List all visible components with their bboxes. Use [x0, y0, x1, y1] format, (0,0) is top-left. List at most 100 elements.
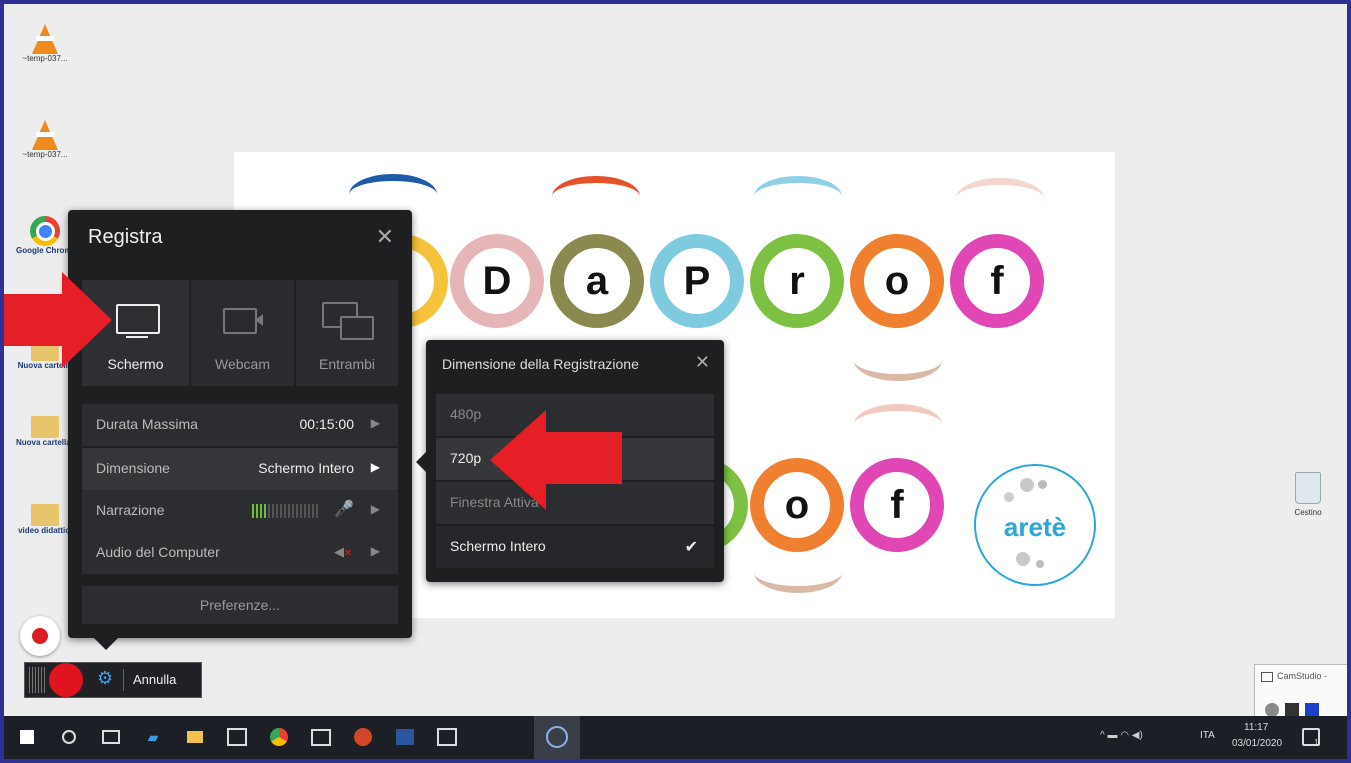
- source-selector: Schermo Webcam Entrambi: [82, 280, 398, 386]
- logo-text: aretè: [1003, 512, 1067, 542]
- desktop-icon-vlc-1[interactable]: ~temp-037...: [16, 24, 74, 64]
- taskbar: ▰ ^ ▬ ◠ ◀) ITA 11:17 03/01/2020 1: [4, 716, 1347, 759]
- camstudio-stop-icon[interactable]: [1305, 703, 1319, 717]
- media-app-icon[interactable]: [436, 726, 458, 748]
- narration-row[interactable]: Narrazione 🎤 ▶: [82, 490, 398, 532]
- app-window-icon[interactable]: [226, 726, 248, 748]
- source-button-webcam[interactable]: Webcam: [191, 280, 294, 386]
- record-button[interactable]: [49, 663, 83, 697]
- desktop-icon-label: Nuova cartella (1): [16, 438, 74, 447]
- source-button-both[interactable]: Entrambi: [296, 280, 398, 386]
- search-icon[interactable]: [58, 726, 80, 748]
- max-duration-value: 00:15:00: [299, 416, 355, 432]
- file-explorer-icon[interactable]: [184, 726, 206, 748]
- active-app-highlight[interactable]: [534, 716, 580, 759]
- letter-ring-pink: D: [450, 234, 544, 328]
- record-panel: Registra ✕ Schermo Webcam Entrambi Durat…: [68, 210, 412, 650]
- panel-pointer: [94, 638, 118, 650]
- close-icon[interactable]: ✕: [376, 224, 394, 250]
- dimension-menu-title: Dimensione della Registrazione: [442, 356, 639, 372]
- chrome-icon[interactable]: [268, 726, 290, 748]
- desktop-icon-label: ~temp-037...: [22, 54, 68, 63]
- camstudio-window-icon: [1261, 672, 1273, 682]
- dimension-label: Dimensione: [96, 460, 170, 476]
- letter-ring-orange: o: [850, 234, 944, 328]
- close-icon[interactable]: ✕: [695, 352, 710, 373]
- preferences-button[interactable]: Preferenze...: [82, 586, 398, 624]
- red-arrow-right: [4, 272, 114, 368]
- folder-icon: [31, 416, 59, 438]
- logo-dot: [1038, 480, 1047, 489]
- powerpoint-icon[interactable]: [352, 726, 374, 748]
- letter-ring-cyan: P: [650, 234, 744, 328]
- slide-letter: D: [482, 258, 512, 303]
- photos-icon[interactable]: [310, 726, 332, 748]
- logo-dot: [1020, 478, 1034, 492]
- dimension-value: Schermo Intero: [258, 460, 354, 476]
- clock-date[interactable]: 03/01/2020: [1232, 738, 1282, 749]
- bar-divider: [123, 669, 124, 691]
- windows-start-icon[interactable]: [16, 726, 38, 748]
- notification-icon[interactable]: 1: [1302, 728, 1320, 747]
- slide-letter: r: [789, 258, 805, 303]
- desktop-icon-folder-2[interactable]: Nuova cartella (1): [16, 416, 74, 448]
- camstudio-window[interactable]: CamStudio -: [1254, 664, 1347, 724]
- slide-letter: f: [990, 258, 1004, 303]
- desktop-icon-chrome[interactable]: Google Chrome: [16, 216, 74, 256]
- slide-letter: o: [884, 258, 910, 303]
- checkmark-icon: ✔: [684, 539, 698, 556]
- letter-ring-magenta: f: [850, 458, 944, 552]
- desktop-icon-vlc-2[interactable]: ~temp-037...: [16, 120, 74, 160]
- network-app-icon[interactable]: ▰: [142, 726, 164, 748]
- monitor-stand: [126, 336, 148, 338]
- vlc-cone-icon: [32, 24, 58, 54]
- settings-gear-icon[interactable]: ⚙: [97, 668, 113, 689]
- word-icon[interactable]: [394, 726, 416, 748]
- folder-icon: [31, 504, 59, 526]
- webcam-icon: [223, 308, 257, 334]
- letter-ring-green: r: [750, 234, 844, 328]
- recycle-bin-icon: [1295, 472, 1321, 504]
- letter-ring-magenta: f: [950, 234, 1044, 328]
- swoosh-decoration: [349, 174, 437, 215]
- logo-dot: [1004, 492, 1014, 502]
- source-label: Webcam: [215, 356, 270, 372]
- desktop-icon-folder-3[interactable]: video didattici: [16, 504, 74, 536]
- microphone-icon[interactable]: 🎤: [334, 499, 354, 519]
- max-duration-label: Durata Massima: [96, 416, 198, 432]
- computer-audio-label: Audio del Computer: [96, 544, 220, 560]
- desktop-icon-recycle-bin[interactable]: Cestino: [1280, 472, 1336, 517]
- tray-icons[interactable]: ^ ▬ ◠ ◀): [1100, 730, 1143, 741]
- record-panel-title: Registra: [88, 226, 163, 248]
- slide-letter: a: [585, 258, 609, 303]
- clock-time[interactable]: 11:17: [1244, 722, 1268, 733]
- recorder-bar: ⚙ Annulla: [24, 662, 202, 698]
- recorder-grip[interactable]: [29, 667, 45, 693]
- dimension-row[interactable]: Dimensione Schermo Intero ▶: [82, 448, 398, 490]
- letter-ring-orange: o: [750, 458, 844, 552]
- chevron-right-icon: ▶: [370, 502, 380, 516]
- notification-count: 1: [1314, 738, 1319, 747]
- chrome-icon: [30, 216, 60, 246]
- cancel-button[interactable]: Annulla: [133, 672, 176, 687]
- dimension-option-full-screen[interactable]: Schermo Intero ✔: [436, 526, 714, 568]
- letter-ring-olive: a: [550, 234, 644, 328]
- chevron-right-icon: ▶: [370, 460, 380, 474]
- max-duration-row[interactable]: Durata Massima 00:15:00 ▶: [82, 404, 398, 446]
- swoosh-decoration: [854, 340, 942, 381]
- audio-level-meter: [252, 504, 320, 518]
- swoosh-decoration: [854, 404, 942, 445]
- desktop-record-icon[interactable]: [20, 616, 60, 656]
- webcam-lens: [255, 314, 263, 326]
- language-indicator[interactable]: ITA: [1200, 730, 1215, 741]
- computer-audio-row[interactable]: Audio del Computer ◀✕ ▶: [82, 532, 398, 574]
- camstudio-record-icon[interactable]: [1265, 703, 1279, 717]
- option-label: 720p: [450, 450, 482, 466]
- camstudio-pause-icon[interactable]: [1285, 703, 1299, 717]
- slide-letter: o: [784, 482, 810, 527]
- screenshot-frame: ~temp-037... ~temp-037... Google Chrome …: [0, 0, 1351, 763]
- speaker-muted-icon[interactable]: ◀✕: [334, 544, 352, 560]
- vlc-cone-icon: [32, 120, 58, 150]
- slide-letter: P: [683, 258, 711, 303]
- task-view-icon[interactable]: [100, 726, 122, 748]
